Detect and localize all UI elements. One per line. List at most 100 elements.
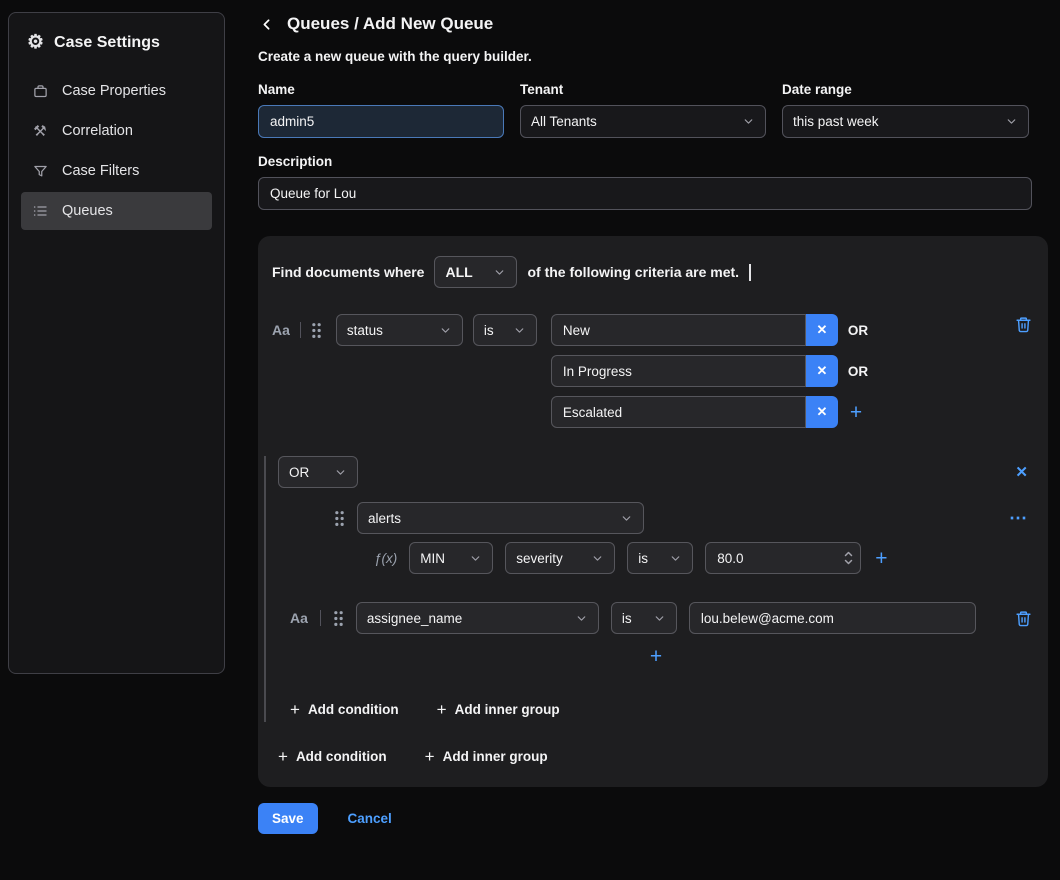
correlation-icon: ⚒ (31, 124, 49, 139)
chevron-down-icon (669, 552, 682, 565)
chevron-down-icon (1005, 115, 1018, 128)
match-type-select[interactable]: ALL (434, 256, 517, 288)
sidebar-item-label: Case Filters (62, 163, 139, 179)
intro-suffix: of the following criteria are met. (527, 264, 739, 280)
operator-select[interactable]: is (611, 602, 677, 634)
sidebar-item-case-filters[interactable]: Case Filters (21, 152, 212, 190)
number-value-input[interactable] (717, 551, 844, 566)
name-field-group: Name (258, 82, 504, 138)
sidebar-item-label: Case Properties (62, 83, 166, 99)
add-inner-group-button[interactable]: + Add inner group (425, 748, 548, 765)
page-subtitle: Create a new queue with the query builde… (258, 49, 1048, 64)
sidebar-nav: Case Properties ⚒ Correlation Case Filte… (19, 72, 214, 230)
function-select[interactable]: MIN (409, 542, 493, 574)
sidebar-item-label: Correlation (62, 123, 133, 139)
value-input[interactable] (551, 355, 806, 387)
tenant-select[interactable]: All Tenants (520, 105, 766, 138)
case-settings-sidebar: ⚙ Case Settings Case Properties ⚒ Correl… (8, 12, 225, 674)
chevron-down-icon (469, 552, 482, 565)
save-button[interactable]: Save (258, 803, 318, 834)
operator-select-value: is (638, 551, 648, 566)
sidebar-item-correlation[interactable]: ⚒ Correlation (21, 112, 212, 150)
delete-condition-button[interactable] (1013, 314, 1034, 335)
value-input[interactable] (551, 314, 806, 346)
stepper-up-icon (844, 551, 853, 557)
chevron-down-icon (742, 115, 755, 128)
add-condition-button[interactable]: + Add condition (278, 748, 387, 765)
operator-select-value: is (622, 611, 632, 626)
number-stepper[interactable] (844, 551, 853, 565)
drag-handle-icon[interactable] (334, 510, 345, 527)
add-value-button[interactable]: + (848, 402, 864, 423)
date-range-label: Date range (782, 82, 1029, 97)
cancel-button[interactable]: Cancel (348, 811, 392, 826)
group-add-buttons: + Add condition + Add inner group (290, 701, 1034, 718)
page-title: Queues / Add New Queue (287, 14, 493, 34)
chevron-down-icon (575, 612, 588, 625)
operator-select[interactable]: is (627, 542, 693, 574)
or-joiner-label: OR (848, 364, 868, 379)
tenant-field-group: Tenant All Tenants (520, 82, 766, 138)
subfield-select[interactable]: severity (505, 542, 615, 574)
filter-icon (31, 164, 49, 179)
drag-handle-icon[interactable] (311, 322, 322, 339)
sidebar-title-label: Case Settings (54, 34, 160, 52)
text-type-icon: Aa (272, 322, 290, 338)
description-field-group: Description (258, 154, 1032, 210)
stepper-down-icon (844, 559, 853, 565)
add-inner-group-label: Add inner group (443, 749, 548, 764)
operator-select-value: is (484, 323, 494, 338)
operator-select[interactable]: is (473, 314, 537, 346)
add-function-value-button[interactable]: + (873, 548, 889, 569)
alerts-condition-row: alerts ⋯ (334, 502, 1034, 534)
chevron-down-icon (334, 466, 347, 479)
remove-value-button[interactable]: ✕ (806, 396, 838, 428)
function-icon: ƒ(x) (374, 551, 397, 566)
delete-condition-button[interactable] (1013, 608, 1034, 629)
or-joiner-label: OR (848, 323, 868, 338)
page: ⚙ Case Settings Case Properties ⚒ Correl… (0, 0, 1060, 880)
description-label: Description (258, 154, 1032, 169)
tenant-label: Tenant (520, 82, 766, 97)
field-select-alerts[interactable]: alerts (357, 502, 644, 534)
group-operator-select[interactable]: OR (278, 456, 358, 488)
add-condition-label: Add condition (308, 702, 399, 717)
sidebar-item-case-properties[interactable]: Case Properties (21, 72, 212, 110)
sidebar-title: ⚙ Case Settings (19, 29, 214, 70)
group-add-inner-group-button[interactable]: + Add inner group (437, 701, 560, 718)
name-input[interactable] (258, 105, 504, 138)
sidebar-item-queues[interactable]: Queues (21, 192, 212, 230)
value-input[interactable] (551, 396, 806, 428)
field-select-status[interactable]: status (336, 314, 463, 346)
condition-left-cluster: Aa status is (272, 314, 537, 346)
text-cursor (749, 264, 751, 281)
tenant-select-value: All Tenants (531, 114, 597, 129)
assignee-condition-row: Aa assignee_name is (290, 602, 1034, 634)
add-inner-group-label: Add inner group (455, 702, 560, 717)
divider (300, 322, 301, 338)
subfield-select-value: severity (516, 551, 563, 566)
remove-value-button[interactable]: ✕ (806, 314, 838, 346)
field-select-value: assignee_name (367, 611, 462, 626)
main-content: Queues / Add New Queue Create a new queu… (258, 14, 1048, 834)
more-options-button[interactable]: ⋯ (1003, 513, 1034, 524)
name-label: Name (258, 82, 504, 97)
group-add-value-button[interactable]: + (648, 646, 664, 667)
group-add-condition-button[interactable]: + Add condition (290, 701, 399, 718)
plus-icon: + (437, 701, 447, 718)
plus-icon: + (425, 748, 435, 765)
back-button[interactable] (258, 16, 275, 33)
date-range-select[interactable]: this past week (782, 105, 1029, 138)
field-select-assignee-name[interactable]: assignee_name (356, 602, 599, 634)
remove-group-button[interactable]: ✕ (1009, 461, 1034, 483)
remove-value-button[interactable]: ✕ (806, 355, 838, 387)
drag-handle-icon[interactable] (333, 610, 344, 627)
top-form-row: Name Tenant All Tenants Date range this … (258, 82, 1032, 138)
group-add-value-row: + (278, 646, 1034, 667)
group-operator-value: OR (289, 465, 309, 480)
plus-icon: + (290, 701, 300, 718)
sidebar-item-label: Queues (62, 203, 113, 219)
match-type-value: ALL (445, 264, 472, 280)
description-input[interactable] (258, 177, 1032, 210)
assignee-value-input[interactable] (689, 602, 976, 634)
